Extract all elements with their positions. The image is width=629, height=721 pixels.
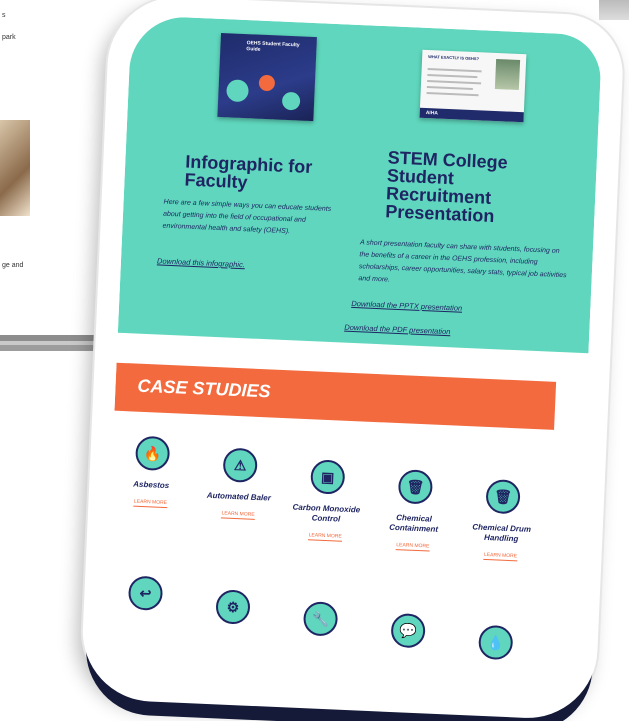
- case-studies-header: CASE STUDIES: [114, 362, 557, 430]
- thumbnail-line: [426, 85, 473, 90]
- case-study-title: Chemical Drum Handling: [472, 522, 532, 544]
- thumbnail-decoration: [258, 74, 276, 92]
- return-arrow-icon: ↩: [127, 575, 164, 611]
- flame-icon: 🔥: [134, 435, 171, 472]
- thumbnail-title: WHAT EXACTLY IS OEHS?: [428, 54, 480, 62]
- thumbnail-line: [427, 73, 478, 79]
- download-pdf-link[interactable]: Download the PDF presentation: [344, 323, 450, 337]
- case-study-icon-next-row[interactable]: 🔧: [302, 601, 339, 637]
- thumbnail-decoration: [226, 79, 249, 103]
- background-photo: [0, 120, 30, 216]
- trash-icon: 🗑: [397, 469, 434, 505]
- case-study-item[interactable]: 🗑 Chemical Drum Handling LEARN MORE: [460, 478, 544, 563]
- learn-more-link[interactable]: LEARN MORE: [133, 498, 168, 509]
- case-study-title: Automated Baler: [206, 490, 271, 503]
- chat-icon: 💬: [390, 612, 426, 649]
- background-text-line: ge and: [2, 262, 24, 269]
- background-edge: [599, 0, 629, 20]
- wrench-icon: 🔧: [302, 601, 339, 637]
- stem-presentation-thumbnail[interactable]: WHAT EXACTLY IS OEHS? AIHA: [419, 49, 527, 123]
- case-study-icon-next-row[interactable]: ↩: [127, 575, 164, 611]
- thumbnail-line: [426, 91, 479, 97]
- case-study-icon-next-row[interactable]: 💬: [390, 612, 426, 649]
- stem-title: STEM College Student Recruitment Present…: [384, 147, 509, 227]
- case-study-item[interactable]: ▣ Carbon Monoxide Control LEARN MORE: [285, 458, 369, 543]
- thumbnail-decoration: [281, 91, 301, 111]
- case-study-title: Asbestos: [133, 479, 170, 491]
- case-study-icon-next-row[interactable]: ⚙: [215, 589, 251, 625]
- phone-screen: OEHS Student Faculty Guide WHAT EXACTLY …: [102, 15, 603, 695]
- thumbnail-line: [427, 79, 482, 85]
- panel-icon: ▣: [310, 459, 346, 495]
- thumbnail-title: OEHS Student Faculty Guide: [246, 40, 300, 53]
- drop-icon: 💧: [477, 624, 514, 661]
- background-text-line: s: [2, 12, 6, 19]
- case-study-icon-next-row[interactable]: 💧: [477, 624, 514, 661]
- learn-more-link[interactable]: LEARN MORE: [396, 542, 430, 552]
- thumbnail-line: [427, 68, 482, 73]
- case-study-title: Carbon Monoxide Control: [292, 502, 361, 524]
- case-study-item[interactable]: 🗑 Chemical Containment LEARN MORE: [373, 468, 457, 553]
- thumbnail-photo: [494, 58, 521, 91]
- faculty-description: Here are a few simple ways you can educa…: [162, 198, 332, 236]
- stem-description: A short presentation faculty can share w…: [358, 239, 567, 284]
- thumbnail-footer: AIHA: [419, 107, 524, 123]
- resources-section: OEHS Student Faculty Guide WHAT EXACTLY …: [117, 15, 603, 354]
- learn-more-link[interactable]: LEARN MORE: [483, 551, 518, 562]
- faculty-infographic-thumbnail[interactable]: OEHS Student Faculty Guide: [217, 32, 317, 122]
- aiha-logo-text: AIHA: [425, 109, 439, 117]
- case-study-item[interactable]: ⚠ Automated Baler LEARN MORE: [198, 446, 281, 521]
- learn-more-link[interactable]: LEARN MORE: [221, 510, 255, 520]
- learn-more-link[interactable]: LEARN MORE: [308, 532, 342, 542]
- warning-icon: ⚠: [222, 447, 258, 483]
- background-text-line: park: [2, 34, 16, 41]
- case-study-title: Chemical Containment: [388, 513, 439, 534]
- bin-icon: 🗑: [485, 478, 521, 515]
- gear-icon: ⚙: [215, 589, 251, 625]
- case-studies-heading: CASE STUDIES: [137, 375, 271, 402]
- download-infographic-link[interactable]: Download this infographic.: [157, 256, 245, 269]
- phone-mockup: OEHS Student Faculty Guide WHAT EXACTLY …: [79, 0, 626, 721]
- case-study-item[interactable]: 🔥 Asbestos LEARN MORE: [110, 435, 193, 510]
- download-pptx-link[interactable]: Download the PPTX presentation: [351, 299, 462, 313]
- faculty-title: Infographic for Faculty: [184, 151, 313, 193]
